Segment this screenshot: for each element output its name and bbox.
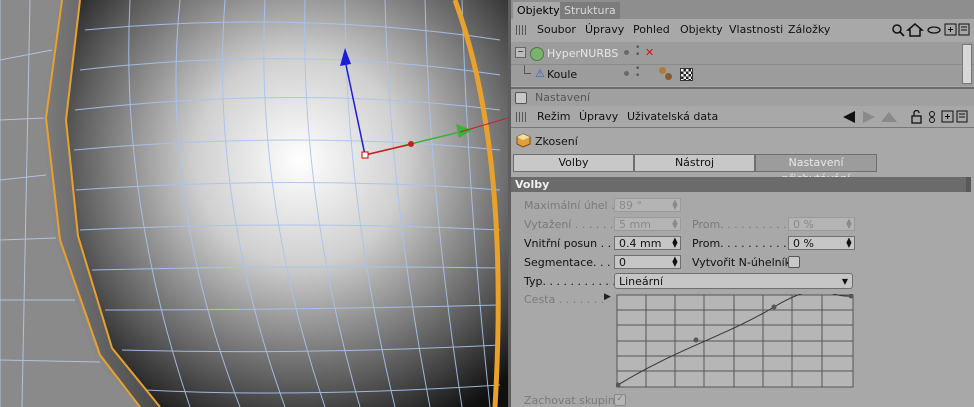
menu-edit[interactable]: Úpravy [579,106,618,127]
hypernurbs-icon [530,47,544,61]
new-window-icon[interactable] [944,23,957,36]
subdivision-label: Segmentace. . . . . [524,256,625,269]
right-panel: Objekty Struktura Soubor Úpravy Pohled O… [511,0,974,407]
bevel-tool-icon [516,133,531,148]
lock-icon[interactable] [911,110,922,124]
attributes-title: Nastavení [535,91,591,104]
object-name-sphere[interactable]: Koule [547,68,577,81]
phong-tag-icon-2 [665,73,672,80]
forward-arrow-icon[interactable] [863,111,875,123]
object-row-hypernurbs[interactable]: − HyperNURBS • • ✕ [511,44,974,64]
inner-var-label: Prom. . . . . . . . . . . [692,237,794,250]
extrusion-var-label: Prom. . . . . . . . . . . [692,218,794,231]
object-list[interactable]: − HyperNURBS • • ✕ ⚠ Koule • • [511,42,974,86]
max-angle-field[interactable]: 89 ° ▲ ▼ [614,198,681,212]
menu-view[interactable]: Pohled [633,19,670,41]
subdivision-field[interactable]: 0 ▲ ▼ [614,255,681,269]
visibility-dot[interactable] [624,71,629,76]
spinner-icon[interactable]: ▲ ▼ [846,237,852,249]
spinner-icon[interactable]: ▲ ▼ [672,256,678,268]
keep-groups-checkbox[interactable]: ✓ [614,394,626,406]
manager-tab-strip: Objekty Struktura [511,0,974,19]
extrusion-field[interactable]: 5 mm ▲ ▼ [614,217,681,231]
home-icon[interactable] [905,23,925,37]
type-value: Lineární [619,275,664,288]
type-label: Typ. . . . . . . . . . . . [524,275,623,288]
keep-groups-label: Zachovat skupiny [524,394,622,407]
menu-bookmarks[interactable]: Záložky [788,19,830,41]
render-dots[interactable]: • • [635,44,640,60]
eye-icon[interactable] [927,26,941,34]
tab-options[interactable]: Volby [513,154,634,172]
create-ngons-label: Vytvořit N-úhelníky [692,256,798,269]
tab-tool[interactable]: Nástroj [634,154,755,172]
spinner-icon[interactable]: ▲ ▼ [846,218,852,230]
spinner-icon[interactable]: ▲ ▼ [672,218,678,230]
type-dropdown[interactable]: Lineární ▼ [614,273,853,289]
curve-point[interactable] [693,337,699,343]
panel-menu-icon[interactable] [956,110,968,123]
grip-handle[interactable] [516,112,526,122]
tab-snap-settings[interactable]: Nastavení přichytávání [755,154,877,185]
menu-objects[interactable]: Objekty [680,19,723,41]
menu-user-data[interactable]: Uživatelská data [627,106,718,127]
back-arrow-icon[interactable] [843,111,855,123]
render-dots[interactable]: • • [635,65,640,81]
object-list-scrollbar[interactable] [962,44,972,84]
menu-mode[interactable]: Režim [537,106,570,127]
sphere-icon: ⚠ [535,67,545,80]
object-name-hypernurbs[interactable]: HyperNURBS [547,47,618,60]
menu-edit[interactable]: Úpravy [585,19,624,41]
up-arrow-icon[interactable] [881,112,897,122]
new-window-icon[interactable] [941,110,954,123]
viewport-canvas[interactable] [0,0,508,407]
tab-structure[interactable]: Struktura [560,2,620,19]
expand-arrow-icon[interactable]: ▶ [604,292,611,302]
phong-tag-icon[interactable] [659,67,666,74]
attributes-header: Nastavení [511,89,974,106]
path-curve-graph[interactable] [616,294,854,388]
create-ngons-checkbox[interactable] [788,256,800,268]
extrusion-value: 5 mm [619,218,651,231]
extrusion-var-value: 0 % [793,218,814,231]
section-options-header[interactable]: Volby [511,177,969,192]
inner-offset-field[interactable]: 0.4 mm ▲ ▼ [614,236,681,250]
inner-var-value: 0 % [793,237,814,250]
attributes-menubar: Režim Úpravy Uživatelská data [511,106,974,127]
spinner-icon[interactable]: ▲ ▼ [672,237,678,249]
max-angle-label: Maximální úhel . . [524,199,622,212]
path-label: Cesta . . . . . . . [524,293,605,306]
tool-title: Zkosení [535,135,578,148]
extrusion-var-field[interactable]: 0 % ▲ ▼ [788,217,855,231]
max-angle-value: 89 ° [619,199,642,212]
object-row-sphere[interactable]: ⚠ Koule • • [511,65,974,85]
visibility-dot[interactable] [624,50,629,55]
curve-point[interactable] [771,304,777,310]
inner-offset-value: 0.4 mm [619,237,662,250]
object-manager-menubar: Soubor Úpravy Pohled Objekty Vlastnosti … [511,19,974,41]
section-scroll[interactable] [966,177,971,192]
inner-offset-label: Vnitřní posun . . . . [524,237,626,250]
panel-menu-icon[interactable] [958,23,970,36]
attributes-toolbar-icons [843,110,968,124]
inner-var-field[interactable]: 0 % ▲ ▼ [788,236,855,250]
subdivision-value: 0 [619,256,626,269]
menu-file[interactable]: Soubor [537,19,576,41]
disabled-x-icon[interactable]: ✕ [645,46,654,59]
link-icon[interactable] [929,111,935,123]
spinner-icon[interactable]: ▲ ▼ [672,199,678,211]
collapse-toggle[interactable]: − [515,47,526,58]
3d-viewport[interactable] [0,0,508,407]
sphere-surface[interactable] [66,0,508,407]
chevron-down-icon[interactable]: ▼ [842,274,848,290]
extrusion-label: Vytažení . . . . . . . [524,218,621,231]
menu-properties[interactable]: Vlastnosti [729,19,783,41]
grip-handle[interactable] [516,25,526,35]
search-icon[interactable] [892,24,905,37]
texture-tag-icon[interactable] [680,68,693,81]
tree-line [524,65,531,74]
attributes-toggle[interactable] [515,92,527,104]
manager-toolbar-icons [892,23,970,37]
tab-objects[interactable]: Objekty [513,2,564,19]
